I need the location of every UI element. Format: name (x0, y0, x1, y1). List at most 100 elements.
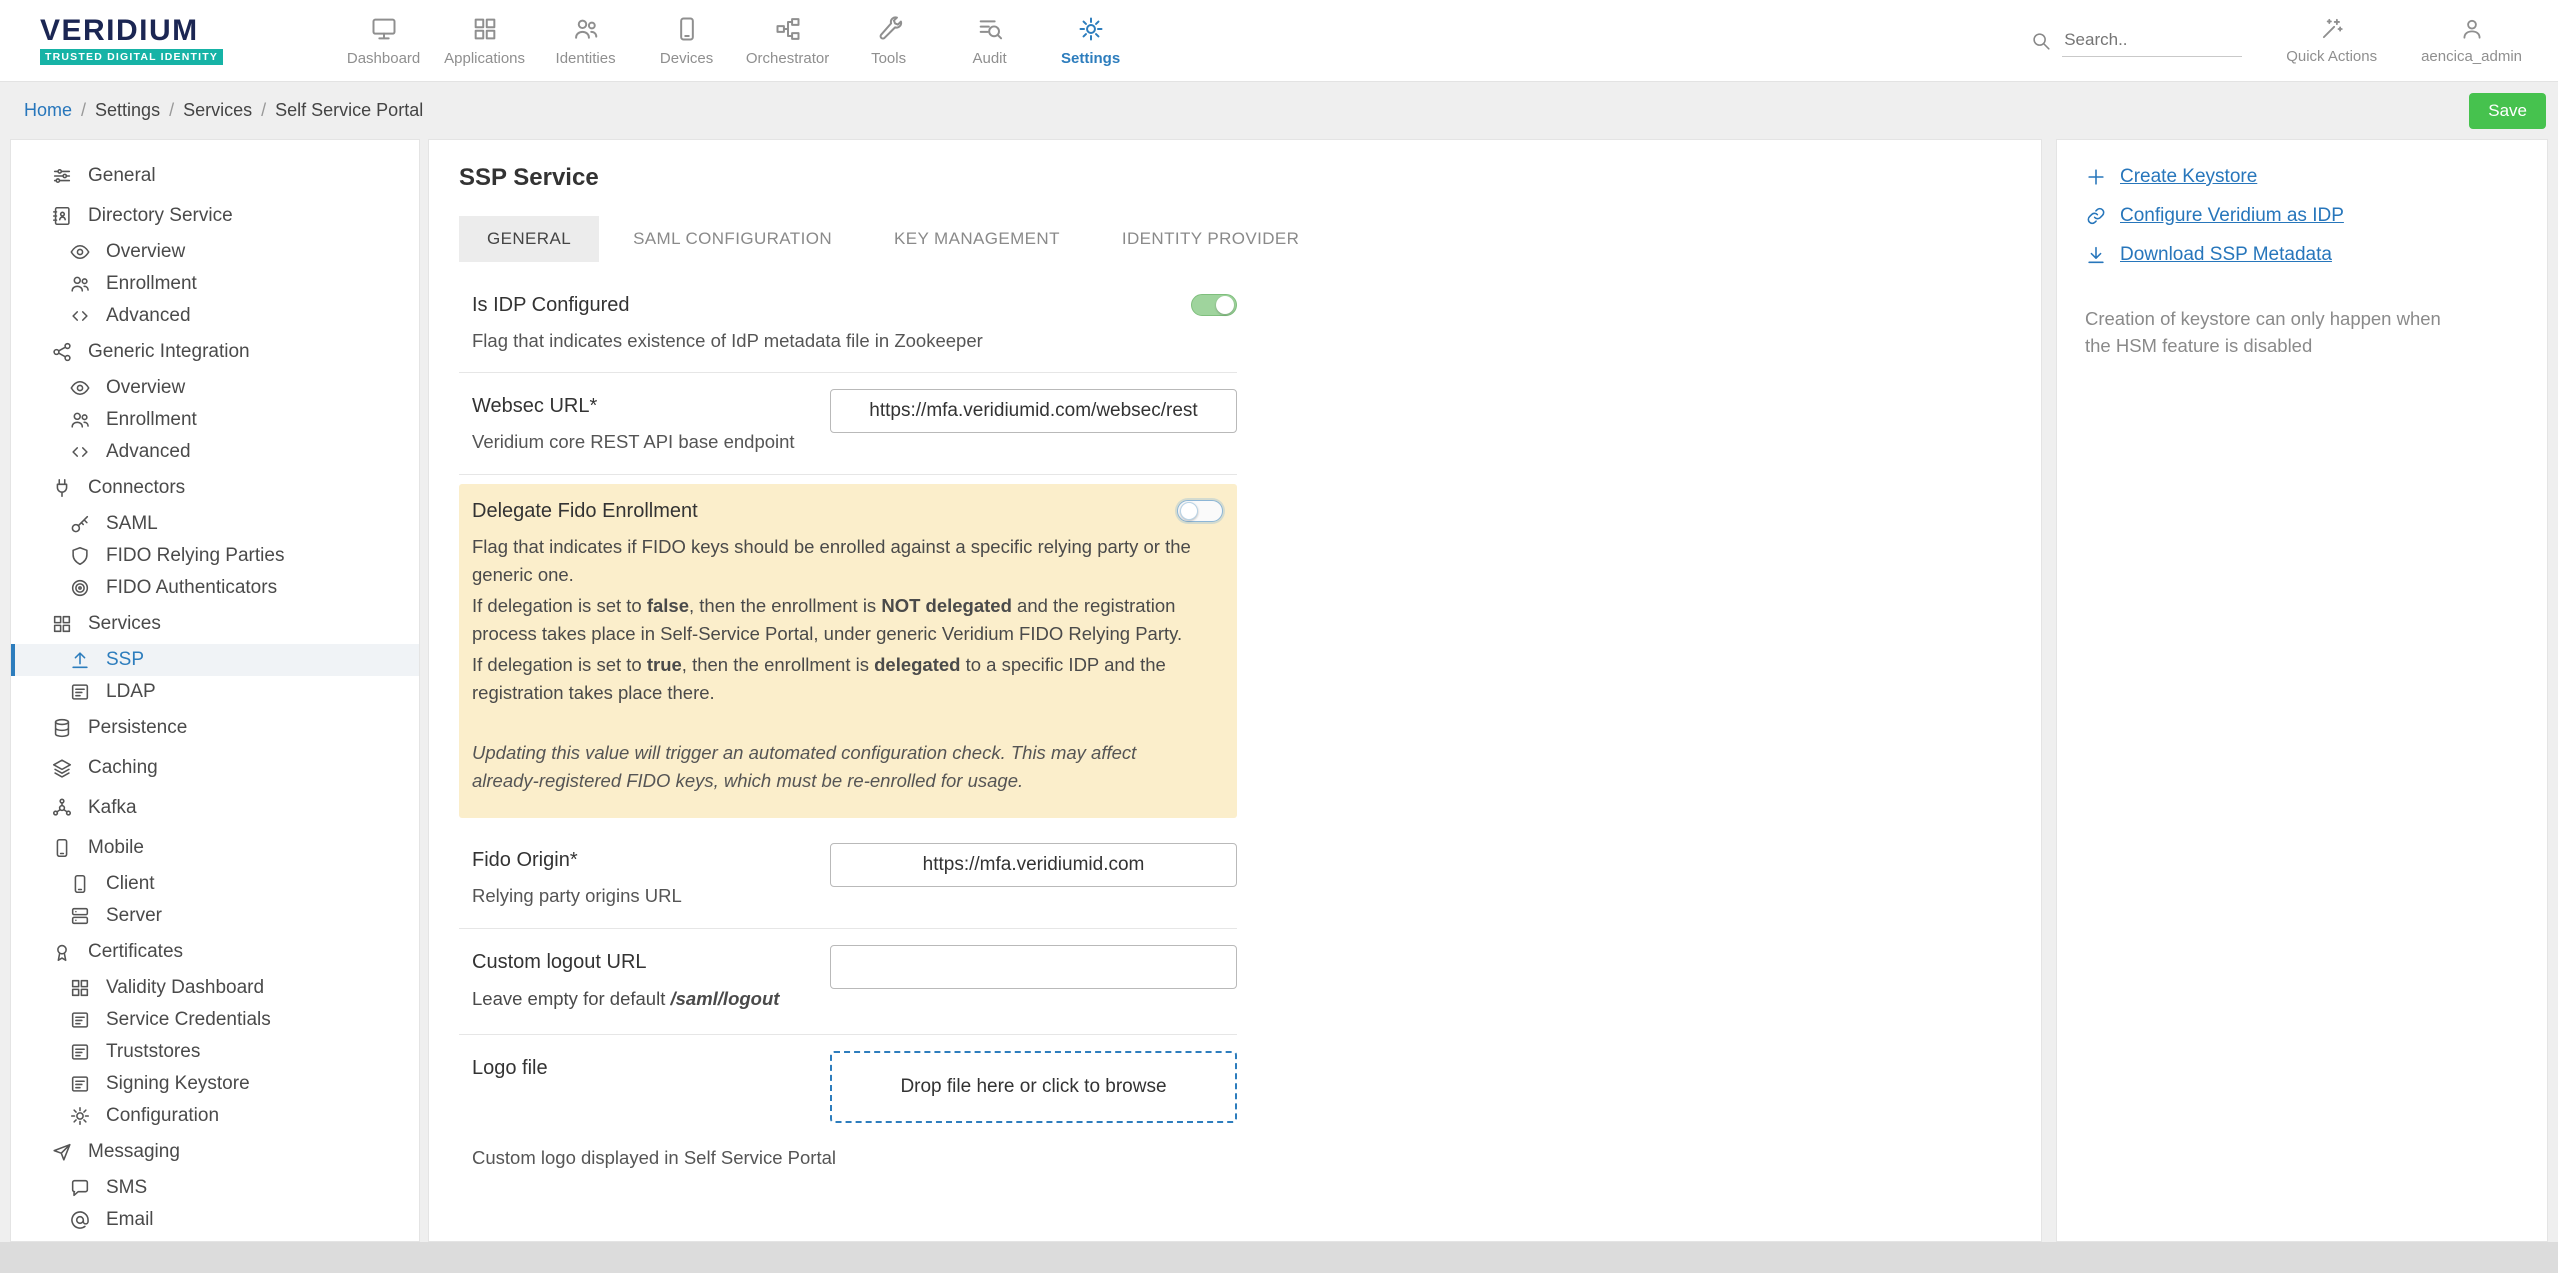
breadcrumb-item-services[interactable]: Services (183, 100, 252, 120)
nav-item-tools[interactable]: Tools (838, 0, 939, 81)
quick-actions-label: Quick Actions (2286, 48, 2377, 65)
sidebar-item-label: Configuration (106, 1105, 219, 1127)
breadcrumb-item-settings[interactable]: Settings (95, 100, 160, 120)
websec-url-input[interactable] (830, 389, 1237, 433)
nav-item-dashboard[interactable]: Dashboard (333, 0, 434, 81)
sidebar-item-enrollment[interactable]: Enrollment (11, 268, 419, 300)
tab-identity-provider[interactable]: IDENTITY PROVIDER (1094, 216, 1327, 262)
sidebar-item-overview[interactable]: Overview (11, 372, 419, 404)
people-icon (572, 15, 600, 43)
sidebar-item-sms[interactable]: SMS (11, 1172, 419, 1204)
logo-file-label: Logo file (472, 1057, 806, 1080)
sidebar-item-label: Connectors (88, 477, 185, 499)
sidebar-item-saml[interactable]: SAML (11, 508, 419, 540)
sidebar-item-certificates[interactable]: Certificates (11, 932, 419, 972)
sidebar-item-label: Server (106, 905, 162, 927)
sidebar-item-client[interactable]: Client (11, 868, 419, 900)
sidebar-item-email[interactable]: Email (11, 1204, 419, 1236)
sidebar-item-truststores[interactable]: Truststores (11, 1036, 419, 1068)
sidebar-item-label: SSP (106, 649, 144, 671)
logo-dropzone[interactable]: Drop file here or click to browse (830, 1051, 1237, 1123)
sidebar-item-label: Services (88, 613, 161, 635)
tab-general[interactable]: GENERAL (459, 216, 599, 262)
websec-url-description: Veridium core REST API base endpoint (472, 429, 806, 455)
field-delegate-fido-enrollment: Delegate Fido Enrollment Flag that indic… (459, 484, 1237, 819)
sidebar-item-ssp[interactable]: SSP (11, 644, 419, 676)
delegate-fido-toggle[interactable] (1177, 500, 1223, 522)
share-icon (51, 341, 73, 363)
list-icon (69, 681, 91, 703)
sidebar-item-label: SAML (106, 513, 158, 535)
target-icon (69, 577, 91, 599)
sidebar-item-enrollment[interactable]: Enrollment (11, 404, 419, 436)
book-icon (51, 205, 73, 227)
sidebar-item-label: Overview (106, 241, 185, 263)
action-link-download-ssp-metadata[interactable]: Download SSP Metadata (2085, 244, 2519, 266)
fido-origin-input[interactable] (830, 843, 1237, 887)
sidebar-item-connectors[interactable]: Connectors (11, 468, 419, 508)
sidebar-item-label: Persistence (88, 717, 187, 739)
upload-icon (69, 649, 91, 671)
tab-key-management[interactable]: KEY MANAGEMENT (866, 216, 1088, 262)
custom-logout-input[interactable] (830, 945, 1237, 989)
nav-item-orchestrator[interactable]: Orchestrator (737, 0, 838, 81)
breadcrumb: Home/Settings/Services/Self Service Port… (24, 100, 432, 121)
sidebar-item-advanced[interactable]: Advanced (11, 436, 419, 468)
nav-item-identities[interactable]: Identities (535, 0, 636, 81)
nav-item-label: Settings (1061, 50, 1120, 67)
nav-item-label: Devices (660, 50, 713, 67)
sidebar-item-persistence[interactable]: Persistence (11, 708, 419, 748)
tab-saml-configuration[interactable]: SAML CONFIGURATION (605, 216, 860, 262)
sidebar-item-label: Overview (106, 377, 185, 399)
sidebar-item-signing-keystore[interactable]: Signing Keystore (11, 1068, 419, 1100)
user-icon (2459, 16, 2485, 42)
sidebar-item-label: SMS (106, 1177, 147, 1199)
brand-logo[interactable]: VERIDIUM TRUSTED DIGITAL IDENTITY (40, 16, 223, 65)
quick-actions-button[interactable]: Quick Actions (2286, 16, 2377, 65)
sidebar-item-advanced[interactable]: Advanced (11, 300, 419, 332)
search-input[interactable] (2062, 24, 2242, 57)
sidebar-item-general[interactable]: General (11, 156, 419, 196)
save-button[interactable]: Save (2469, 93, 2546, 129)
keystore-note: Creation of keystore can only happen whe… (2085, 306, 2455, 360)
action-link-label: Download SSP Metadata (2120, 244, 2332, 266)
sidebar-item-kafka[interactable]: Kafka (11, 788, 419, 828)
action-link-configure-veridium-as-idp[interactable]: Configure Veridium as IDP (2085, 205, 2519, 227)
nav-item-devices[interactable]: Devices (636, 0, 737, 81)
sidebar-item-label: Directory Service (88, 205, 233, 227)
breadcrumb-separator: / (81, 100, 86, 120)
breadcrumb-item-home[interactable]: Home (24, 100, 72, 120)
nav-item-audit[interactable]: Audit (939, 0, 1040, 81)
sidebar-item-configuration[interactable]: Configuration (11, 1100, 419, 1132)
sidebar-item-caching[interactable]: Caching (11, 748, 419, 788)
sidebar-item-messaging[interactable]: Messaging (11, 1132, 419, 1172)
sidebar-item-ldap[interactable]: LDAP (11, 676, 419, 708)
sidebar-item-service-credentials[interactable]: Service Credentials (11, 1004, 419, 1036)
sidebar-item-generic-integration[interactable]: Generic Integration (11, 332, 419, 372)
people-icon (69, 409, 91, 431)
link-icon (2085, 205, 2107, 227)
nav-item-label: Dashboard (347, 50, 420, 67)
sidebar-item-server[interactable]: Server (11, 900, 419, 932)
action-link-create-keystore[interactable]: Create Keystore (2085, 166, 2519, 188)
sidebar-item-fido-relying-parties[interactable]: FIDO Relying Parties (11, 540, 419, 572)
brand-name: VERIDIUM (40, 16, 223, 46)
sidebar-item-mobile[interactable]: Mobile (11, 828, 419, 868)
tab-bar: GENERALSAML CONFIGURATIONKEY MANAGEMENTI… (459, 216, 2011, 262)
sidebar-item-directory-service[interactable]: Directory Service (11, 196, 419, 236)
is-idp-configured-toggle[interactable] (1191, 294, 1237, 316)
nav-item-applications[interactable]: Applications (434, 0, 535, 81)
content-area: General Directory Service Overview Enrollme… (0, 139, 2558, 1242)
ssp-service-panel: SSP Service GENERALSAML CONFIGURATIONKEY… (428, 139, 2042, 1242)
field-logo-file: Logo file Drop file here or click to bro… (459, 1035, 1237, 1141)
action-link-label: Create Keystore (2120, 166, 2257, 188)
field-custom-logout-url: Custom logout URL Leave empty for defaul… (459, 929, 1237, 1035)
user-menu[interactable]: aencica_admin (2421, 16, 2522, 65)
sidebar-item-label: Advanced (106, 441, 191, 463)
sidebar-item-services[interactable]: Services (11, 604, 419, 644)
sidebar-item-validity-dashboard[interactable]: Validity Dashboard (11, 972, 419, 1004)
sidebar-item-overview[interactable]: Overview (11, 236, 419, 268)
nav-item-label: Audit (972, 50, 1006, 67)
sidebar-item-fido-authenticators[interactable]: FIDO Authenticators (11, 572, 419, 604)
nav-item-settings[interactable]: Settings (1040, 0, 1141, 81)
